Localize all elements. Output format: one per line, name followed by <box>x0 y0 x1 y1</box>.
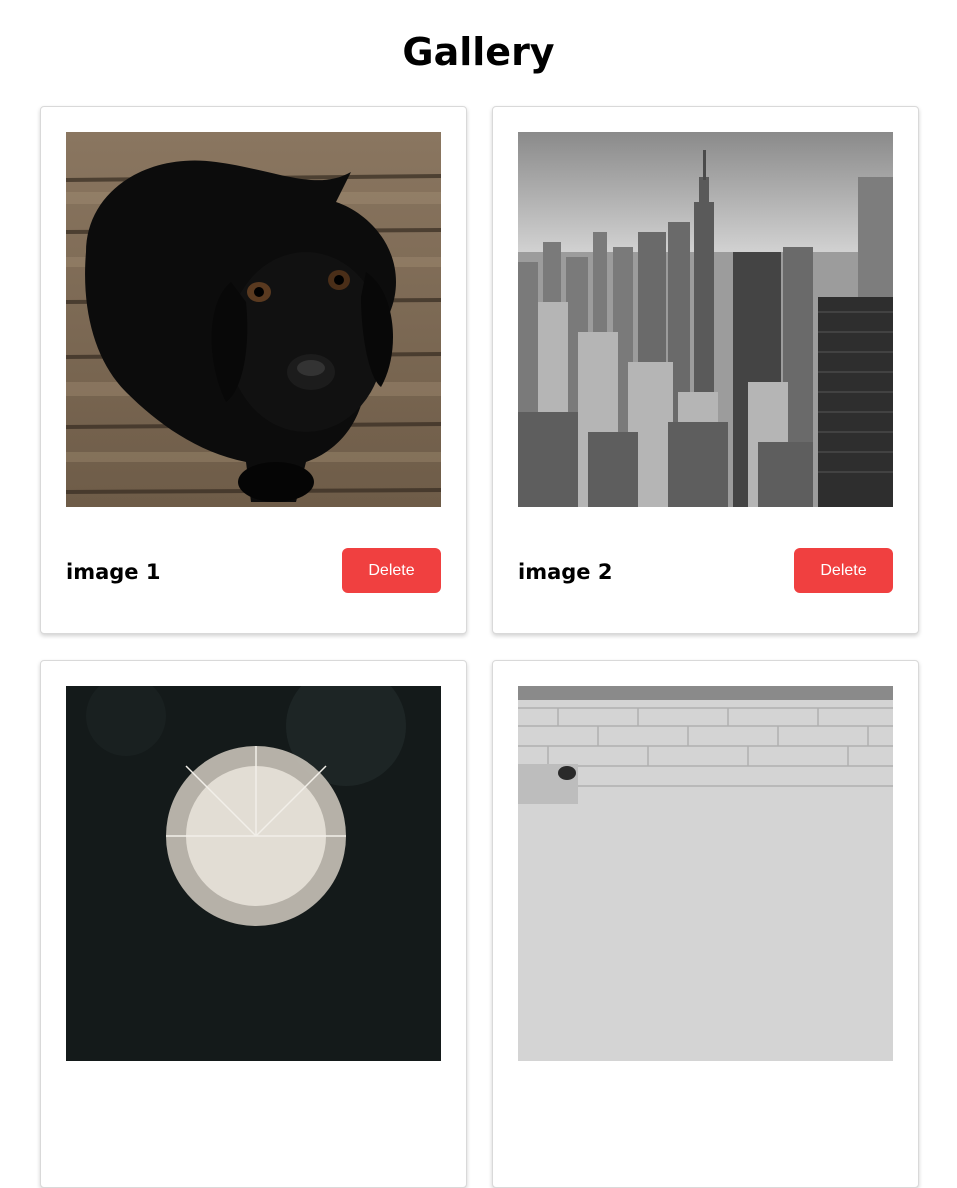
gallery-grid: image 1 Delete image 2 Delete <box>40 106 919 1188</box>
gallery-image-puppy[interactable] <box>66 132 441 507</box>
gallery-image-dandelion[interactable] <box>66 686 441 1061</box>
gallery-card: image 1 Delete <box>40 106 467 634</box>
delete-button[interactable]: Delete <box>794 548 893 593</box>
city-image <box>518 132 893 507</box>
image-caption: image 2 <box>518 560 613 584</box>
image-caption: image 1 <box>66 560 161 584</box>
delete-button[interactable]: Delete <box>342 548 441 593</box>
page-title: Gallery <box>402 30 555 74</box>
gallery-card: image 2 Delete <box>492 106 919 634</box>
gallery-card <box>40 660 467 1188</box>
gallery-card <box>492 660 919 1188</box>
dandelion-image <box>66 686 441 1061</box>
stone-wall-image <box>518 686 893 1061</box>
gallery-image-wall[interactable] <box>518 686 893 1061</box>
gallery-image-city[interactable] <box>518 132 893 507</box>
puppy-image <box>66 132 441 507</box>
